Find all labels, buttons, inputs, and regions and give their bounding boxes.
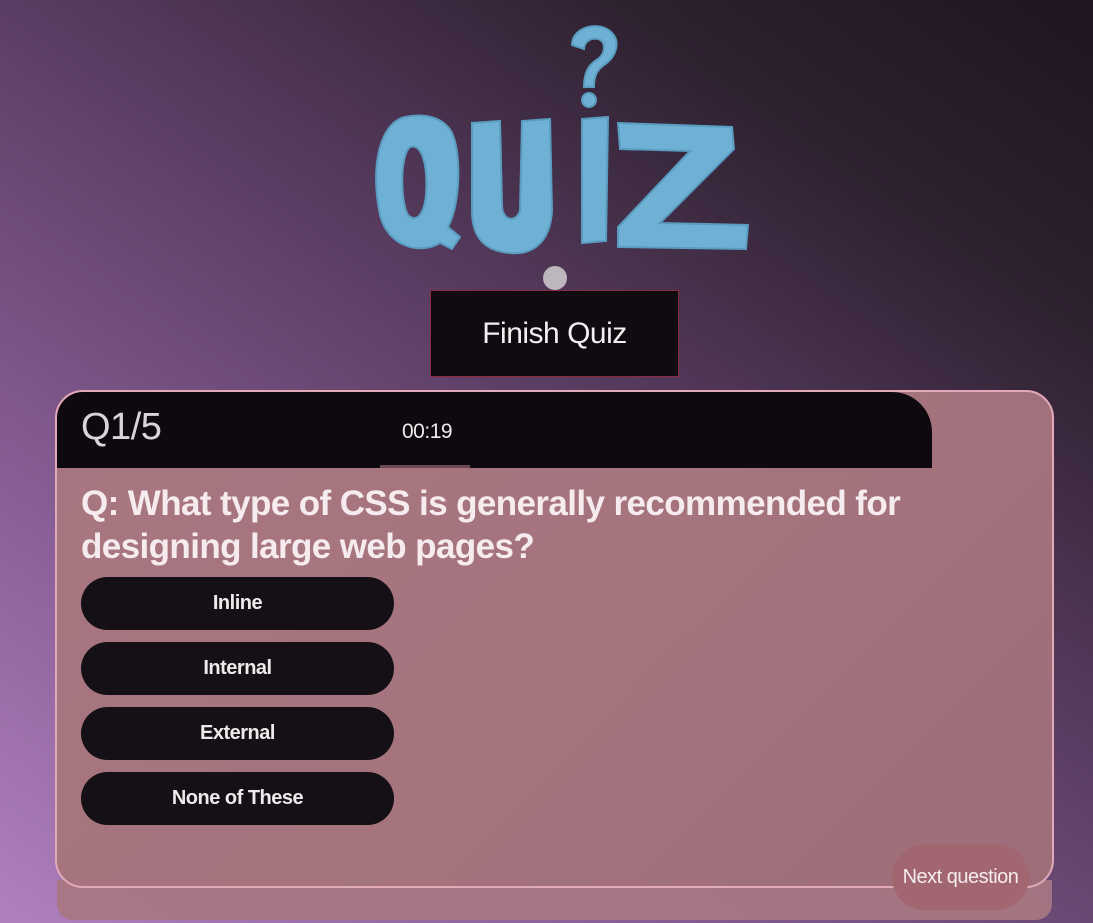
quiz-logo bbox=[360, 15, 760, 265]
quiz-header: Q1/5 00:19 bbox=[57, 392, 932, 468]
option-button[interactable]: External bbox=[81, 707, 394, 760]
finish-quiz-button[interactable]: Finish Quiz bbox=[430, 290, 679, 377]
timer: 00:19 bbox=[402, 420, 453, 443]
quiz-logo-graphic bbox=[375, 25, 750, 255]
option-button[interactable]: Inline bbox=[81, 577, 394, 630]
option-button[interactable]: Internal bbox=[81, 642, 394, 695]
timer-bar bbox=[380, 465, 470, 468]
question-counter: Q1/5 bbox=[81, 406, 162, 448]
next-question-button[interactable]: Next question bbox=[892, 844, 1029, 910]
question-mark-icon bbox=[570, 25, 618, 88]
option-button[interactable]: None of These bbox=[81, 772, 394, 825]
quiz-panel: Q1/5 00:19 Q: What type of CSS is genera… bbox=[55, 390, 1054, 888]
progress-dot bbox=[543, 266, 567, 290]
question-text: Q: What type of CSS is generally recomme… bbox=[81, 484, 901, 566]
